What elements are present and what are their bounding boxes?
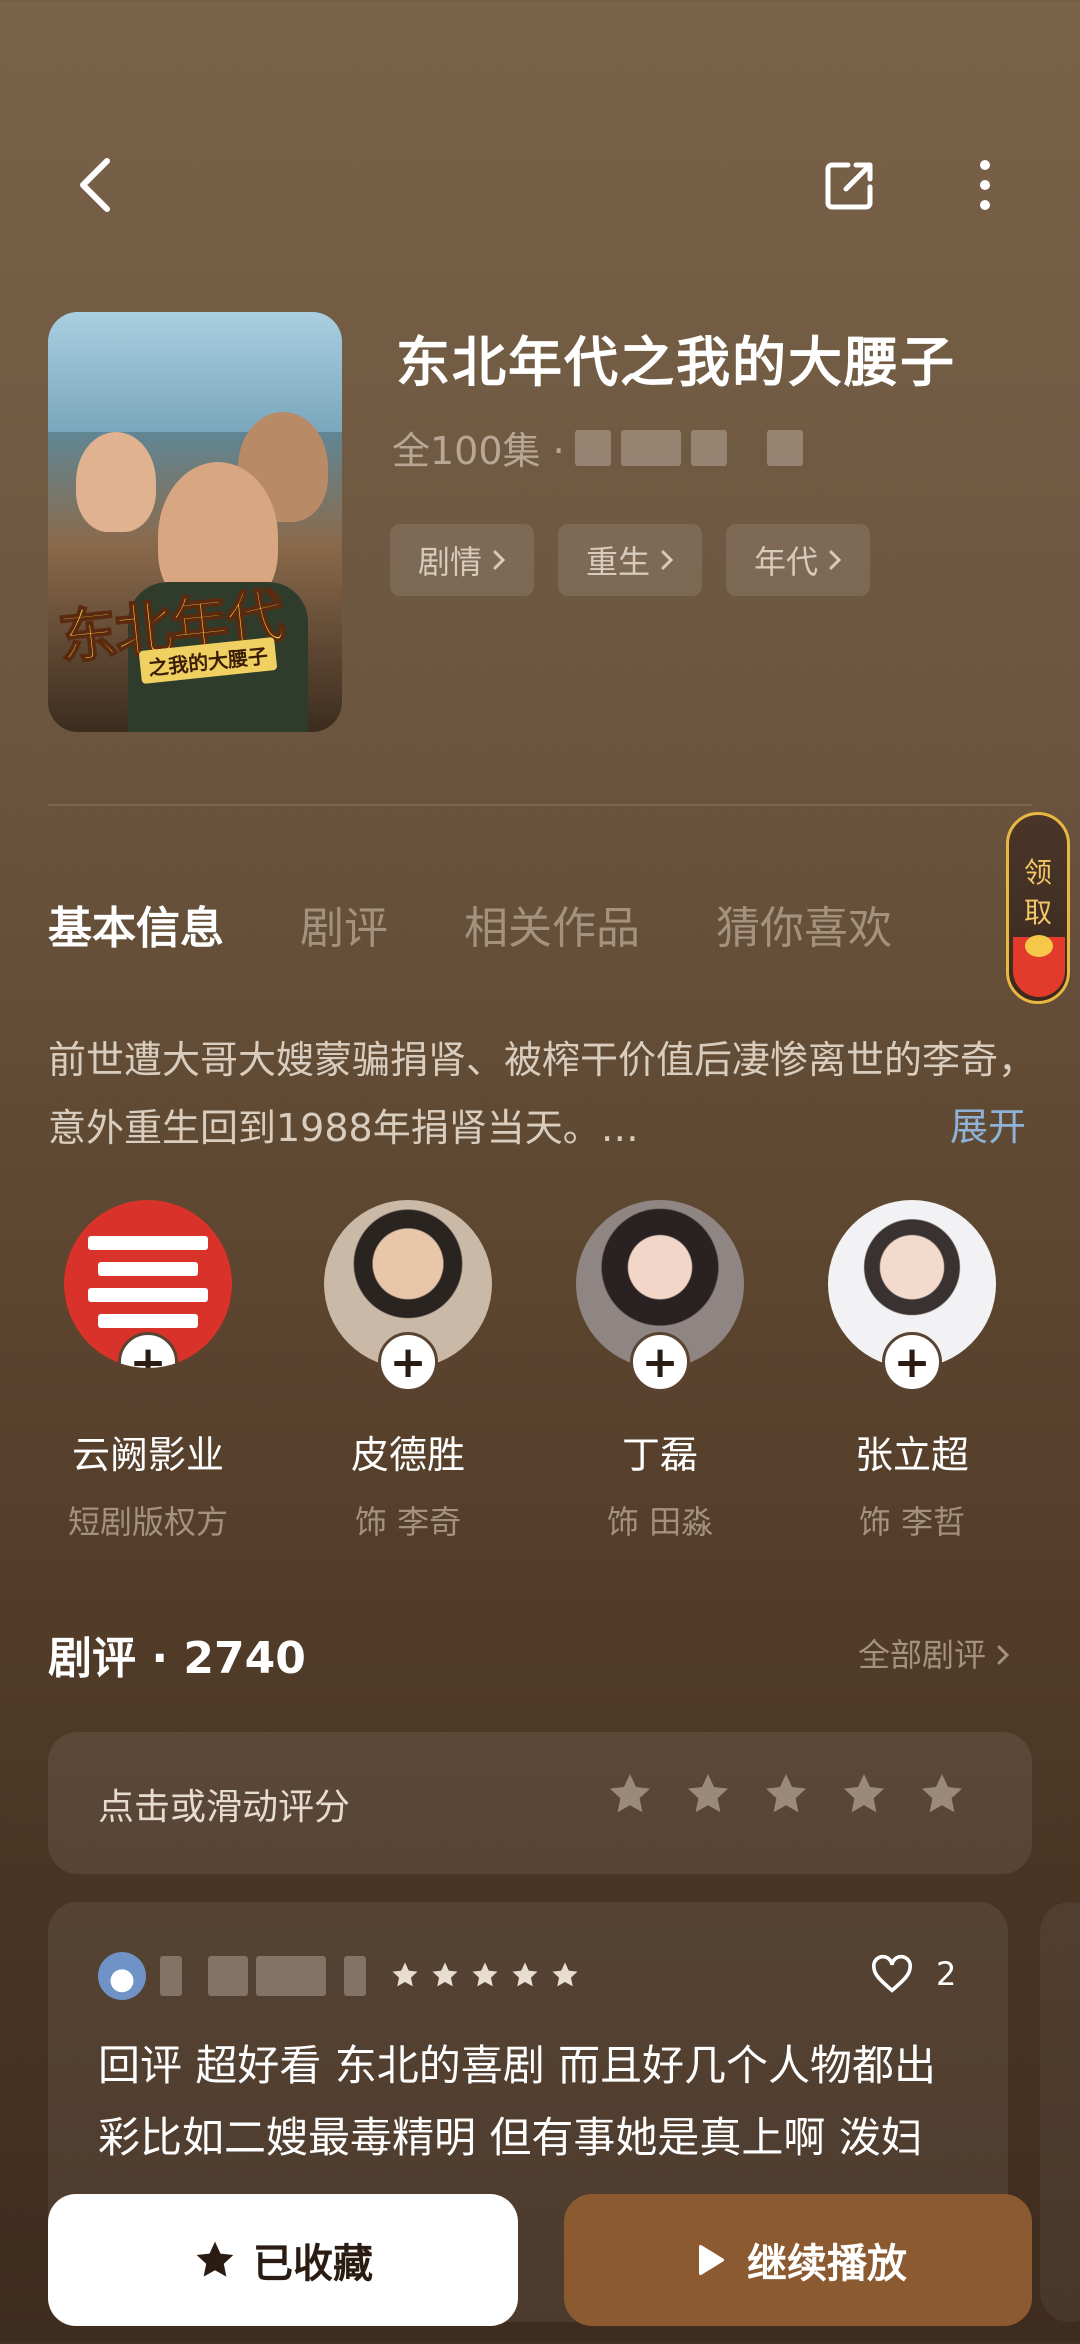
- tag-label: 剧情: [418, 543, 483, 581]
- cast-member[interactable]: + 云阙影业 短剧版权方: [48, 1200, 248, 1543]
- like-count: 2: [936, 1955, 957, 1993]
- star-icon: [196, 2241, 234, 2277]
- avatar: +: [828, 1200, 996, 1392]
- drama-meta: 全100集 ·: [392, 420, 803, 475]
- chevron-right-icon: [493, 550, 506, 570]
- follow-plus-icon[interactable]: +: [378, 1332, 438, 1392]
- synopsis-text: 前世遭大哥大嫂蒙骗捐肾、被榨干价值后凄惨离世的李奇，意外重生回到1988年捐肾当…: [48, 1038, 1037, 1150]
- star-icon[interactable]: [840, 1770, 888, 1818]
- chevron-right-icon: [997, 1645, 1010, 1665]
- redacted-text: [208, 1956, 248, 1996]
- star-icon[interactable]: [918, 1770, 966, 1818]
- more-button[interactable]: [950, 150, 1020, 220]
- tag-era[interactable]: 年代: [726, 524, 871, 596]
- gift-label: 取: [1023, 896, 1052, 929]
- chevron-right-icon: [661, 550, 674, 570]
- tab-reviews[interactable]: 剧评: [300, 892, 388, 956]
- cast-role: 短剧版权方: [67, 1503, 228, 1541]
- star-icon: [512, 1962, 538, 1987]
- divider: [48, 804, 1032, 806]
- play-icon: [699, 2245, 724, 2275]
- chevron-right-icon: [829, 550, 842, 570]
- cast-role: 饰 李哲: [858, 1503, 966, 1541]
- all-reviews-label: 全部剧评: [858, 1636, 987, 1674]
- redacted-username: [160, 1956, 366, 1996]
- star-icon[interactable]: [762, 1770, 810, 1818]
- star-icon: [392, 1962, 418, 1987]
- rating-prompt: 点击或滑动评分: [98, 1787, 351, 1828]
- cast-name: 丁磊: [621, 1433, 698, 1477]
- star-icon: [432, 1962, 458, 1987]
- cast-name: 云阙影业: [71, 1433, 224, 1477]
- cast-member[interactable]: + 丁磊 饰 田淼: [560, 1200, 760, 1543]
- tab-related-works[interactable]: 相关作品: [464, 892, 640, 956]
- star-icon[interactable]: [684, 1770, 732, 1818]
- drama-poster[interactable]: 东北年代 之我的大腰子: [48, 312, 342, 732]
- star-icon: [472, 1962, 498, 1987]
- cast-name: 皮德胜: [350, 1433, 465, 1477]
- review-card-next[interactable]: [1040, 1902, 1080, 2322]
- share-icon: [825, 162, 873, 210]
- follow-plus-icon[interactable]: +: [882, 1332, 942, 1392]
- tag-drama[interactable]: 剧情: [390, 524, 535, 596]
- expand-button[interactable]: 展开: [950, 1096, 1026, 1151]
- share-button[interactable]: [815, 150, 885, 220]
- genre-tags: 剧情 重生 年代: [390, 524, 871, 596]
- redacted-text: [690, 429, 727, 466]
- redacted-text: [766, 429, 803, 466]
- cast-name: 张立超: [854, 1433, 969, 1477]
- heart-icon: [871, 1954, 913, 1993]
- chevron-left-icon: [80, 158, 110, 212]
- avatar: +: [324, 1200, 492, 1392]
- back-button[interactable]: [60, 150, 130, 220]
- tab-basic-info[interactable]: 基本信息: [48, 892, 224, 956]
- follow-plus-icon[interactable]: +: [630, 1332, 690, 1392]
- cast-member[interactable]: + 皮德胜 饰 李奇: [308, 1200, 508, 1543]
- cast-role: 饰 李奇: [354, 1503, 462, 1541]
- coin-icon: [1025, 935, 1053, 957]
- studio-logo: +: [64, 1200, 232, 1368]
- gift-label: 领: [1023, 856, 1052, 889]
- tag-rebirth[interactable]: 重生: [558, 524, 703, 596]
- tag-label: 重生: [586, 543, 651, 581]
- cast-member[interactable]: + 张立超 饰 李哲: [812, 1200, 1012, 1543]
- play-label: 继续播放: [747, 2241, 907, 2287]
- poster-sky: [48, 312, 342, 432]
- more-vertical-icon: [980, 160, 990, 210]
- like-button[interactable]: 2: [870, 1954, 956, 1994]
- rating-stars[interactable]: [606, 1770, 966, 1818]
- redacted-text: [574, 429, 611, 466]
- tag-label: 年代: [754, 543, 819, 581]
- star-icon: [552, 1962, 578, 1987]
- tab-bar: 基本信息 剧评 相关作品 猜你喜欢: [48, 892, 892, 956]
- reviews-heading: 剧评 · 2740: [48, 1633, 306, 1684]
- redacted-text: [160, 1956, 182, 1996]
- avatar[interactable]: [98, 1952, 146, 2000]
- poster-figure: [76, 432, 156, 532]
- favorite-button[interactable]: 已收藏: [48, 2194, 518, 2326]
- claim-reward-button[interactable]: 领 取: [1006, 812, 1070, 1004]
- redacted-text: [256, 1956, 326, 1996]
- review-rating: [390, 1960, 580, 1990]
- all-reviews-link[interactable]: 全部剧评: [858, 1630, 1010, 1676]
- tab-recommendations[interactable]: 猜你喜欢: [716, 892, 892, 956]
- continue-play-button[interactable]: 继续播放: [564, 2194, 1032, 2326]
- cast-role: 饰 田淼: [606, 1503, 714, 1541]
- redacted-text: [344, 1956, 366, 1996]
- cast-list: + 云阙影业 短剧版权方 + 皮德胜 饰 李奇 + 丁磊 饰 田淼 + 张立超 …: [48, 1200, 1032, 1543]
- follow-plus-icon[interactable]: +: [118, 1332, 178, 1368]
- star-icon[interactable]: [606, 1770, 654, 1818]
- avatar: +: [576, 1200, 744, 1392]
- episode-count: 全100集 ·: [392, 429, 565, 473]
- drama-title: 东北年代之我的大腰子: [396, 331, 956, 394]
- favorite-label: 已收藏: [253, 2241, 373, 2287]
- redacted-text: [620, 429, 681, 466]
